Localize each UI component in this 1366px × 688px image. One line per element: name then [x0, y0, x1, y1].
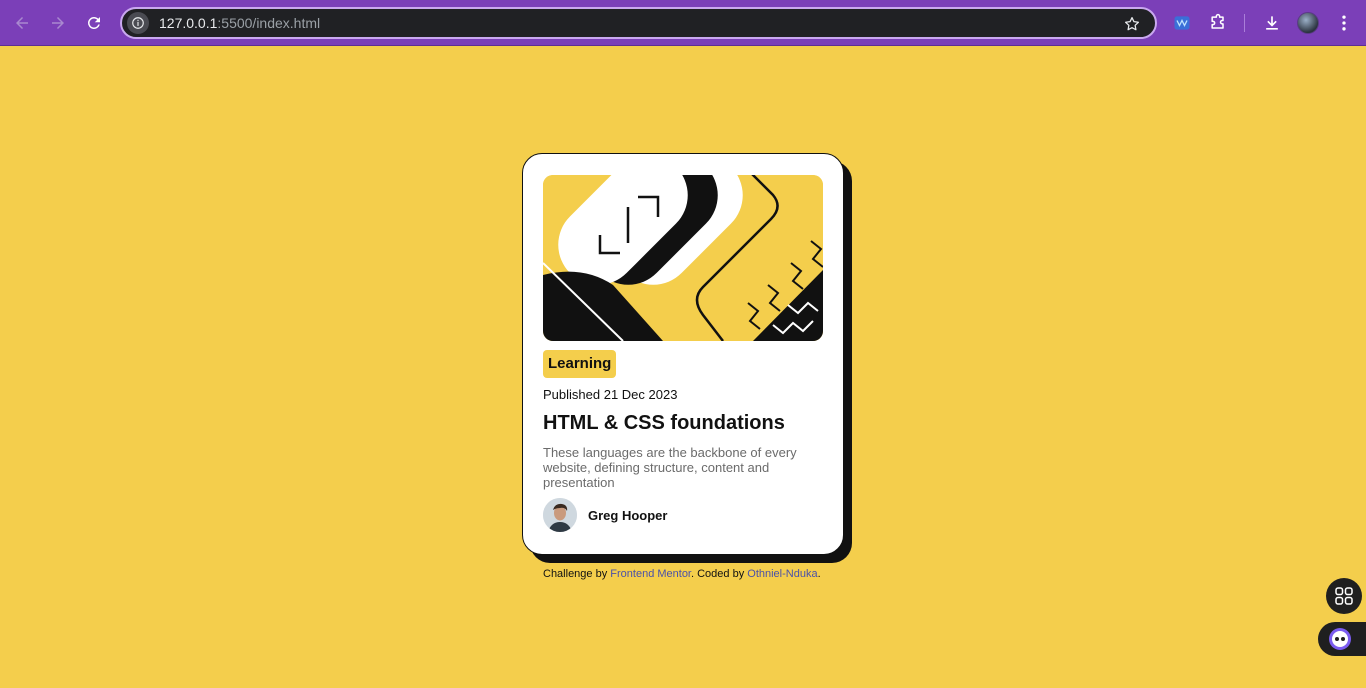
- browser-toolbar: 127.0.0.1:5500/index.html: [0, 0, 1366, 46]
- puzzle-icon: [1211, 13, 1224, 29]
- profile-avatar[interactable]: [1297, 12, 1319, 34]
- url-host: 127.0.0.1: [159, 15, 218, 31]
- browser-menu-button[interactable]: [1333, 12, 1355, 34]
- back-arrow-icon: [16, 17, 28, 29]
- attribution-suffix: .: [817, 568, 821, 580]
- category-tag: Learning: [543, 350, 617, 378]
- author-avatar: [543, 498, 577, 532]
- forward-button[interactable]: [45, 10, 71, 36]
- extensions-menu-button[interactable]: [1207, 12, 1229, 34]
- card-title[interactable]: HTML & CSS foundations: [543, 412, 785, 435]
- url-path: :5500/index.html: [217, 15, 321, 31]
- author-portrait-icon: [543, 498, 577, 532]
- download-icon: [1266, 16, 1278, 30]
- reload-button[interactable]: [81, 10, 107, 36]
- attribution-middle: . Coded by: [691, 568, 748, 580]
- attribution-prefix: Challenge by: [543, 568, 611, 580]
- url-text: 127.0.0.1:5500/index.html: [159, 15, 320, 31]
- bookmark-star-icon[interactable]: [1123, 15, 1141, 33]
- downloads-button[interactable]: [1261, 12, 1283, 34]
- forward-arrow-icon: [52, 17, 64, 29]
- toolbar-separator: [1244, 14, 1245, 32]
- extension-button[interactable]: [1171, 12, 1193, 34]
- assistant-bot-icon: [1329, 628, 1351, 650]
- site-info-button[interactable]: [127, 12, 149, 34]
- card-description: These languages are the backbone of ever…: [543, 445, 797, 490]
- back-button[interactable]: [9, 10, 35, 36]
- reload-icon: [87, 16, 100, 29]
- author-profile-link[interactable]: Othniel-Nduka: [747, 568, 817, 580]
- author-info: Greg Hooper: [543, 498, 667, 532]
- assistant-widget-button[interactable]: [1318, 622, 1366, 656]
- attribution: Challenge by Frontend Mentor. Coded by O…: [543, 568, 821, 580]
- published-date: Published 21 Dec 2023: [543, 387, 678, 402]
- apps-grid-icon: [1335, 587, 1353, 605]
- illustration-image: [543, 175, 823, 341]
- extension-icon: [1174, 16, 1190, 30]
- frontend-mentor-link[interactable]: Frontend Mentor: [610, 568, 691, 580]
- apps-grid-button[interactable]: [1326, 578, 1362, 614]
- author-name: Greg Hooper: [588, 507, 668, 523]
- site-info-icon: [132, 17, 144, 29]
- card-illustration: [543, 175, 823, 341]
- blog-preview-card: Learning Published 21 Dec 2023 HTML & CS…: [522, 153, 844, 555]
- kebab-menu-icon: [1342, 15, 1346, 31]
- address-bar[interactable]: 127.0.0.1:5500/index.html: [120, 7, 1157, 39]
